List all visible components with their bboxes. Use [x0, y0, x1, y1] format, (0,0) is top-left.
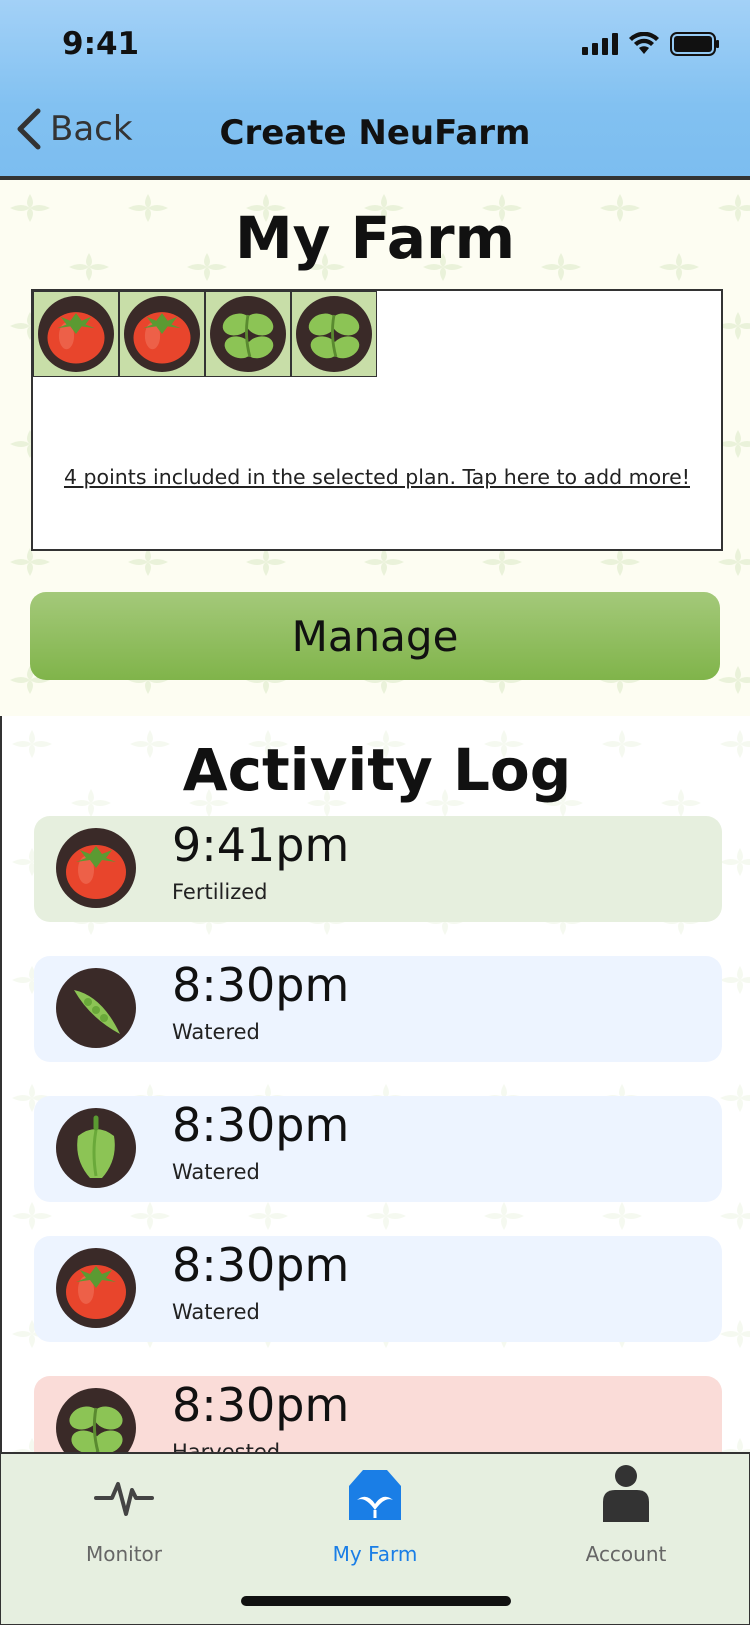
tab-my-farm-label: My Farm — [332, 1542, 418, 1566]
farm-cell[interactable] — [205, 291, 291, 377]
person-icon — [603, 1465, 649, 1522]
log-status: Watered — [172, 1300, 260, 1324]
log-time: 8:30pm — [172, 1378, 350, 1432]
log-status: Fertilized — [172, 880, 268, 904]
farm-cell[interactable] — [291, 291, 377, 377]
seedling-icon — [296, 296, 372, 372]
pepper-icon — [56, 1108, 136, 1188]
farm-house-icon — [349, 1470, 401, 1520]
status-icons — [582, 32, 720, 56]
home-indicator — [241, 1596, 511, 1606]
activity-log-section: Activity Log 9:41pm Fertilized 8:30pm Water… — [0, 716, 750, 1482]
tab-account-label: Account — [585, 1542, 667, 1566]
tomato-icon — [38, 296, 114, 372]
wifi-icon — [629, 32, 659, 54]
activity-log-title: Activity Log — [182, 736, 572, 804]
log-status: Watered — [172, 1020, 260, 1044]
log-time: 8:30pm — [172, 958, 350, 1012]
activity-log-item[interactable]: 8:30pm Watered — [34, 1236, 722, 1342]
status-time: 9:41 — [62, 26, 140, 62]
tomato-icon — [56, 828, 136, 908]
tab-monitor[interactable]: Monitor — [24, 1464, 224, 1566]
log-time: 8:30pm — [172, 1098, 350, 1152]
log-time: 8:30pm — [172, 1238, 350, 1292]
tab-bar: Monitor My Farm Account — [0, 1452, 750, 1625]
tab-account[interactable]: Account — [526, 1464, 726, 1566]
farm-cells — [33, 291, 377, 377]
manage-button[interactable]: Manage — [30, 592, 720, 680]
tab-monitor-label: Monitor — [85, 1542, 163, 1566]
farm-cell[interactable] — [119, 291, 205, 377]
signal-icon — [582, 33, 618, 55]
heartbeat-icon — [94, 1482, 154, 1516]
seedling-icon — [210, 296, 286, 372]
farm-title: My Farm — [234, 204, 516, 272]
nav-header: 9:41 Back Create NeuFarm — [0, 0, 750, 180]
tab-my-farm[interactable]: My Farm — [275, 1464, 475, 1566]
add-points-link[interactable]: 4 points included in the selected plan. … — [33, 465, 721, 489]
log-status: Watered — [172, 1160, 260, 1184]
activity-log-item[interactable]: 8:30pm Watered — [34, 956, 722, 1062]
activity-log-item[interactable]: 9:41pm Fertilized — [34, 816, 722, 922]
farm-cell[interactable] — [33, 291, 119, 377]
battery-icon — [670, 32, 719, 56]
pea-pod-icon — [56, 968, 136, 1048]
tomato-icon — [56, 1248, 136, 1328]
page-title: Create NeuFarm — [219, 113, 531, 153]
tomato-icon — [124, 296, 200, 372]
activity-log-item[interactable]: 8:30pm Watered — [34, 1096, 722, 1202]
log-time: 9:41pm — [172, 818, 350, 872]
farm-grid[interactable]: 4 points included in the selected plan. … — [31, 289, 723, 551]
my-farm-section: My Farm 4 points included in the selecte… — [0, 180, 750, 718]
